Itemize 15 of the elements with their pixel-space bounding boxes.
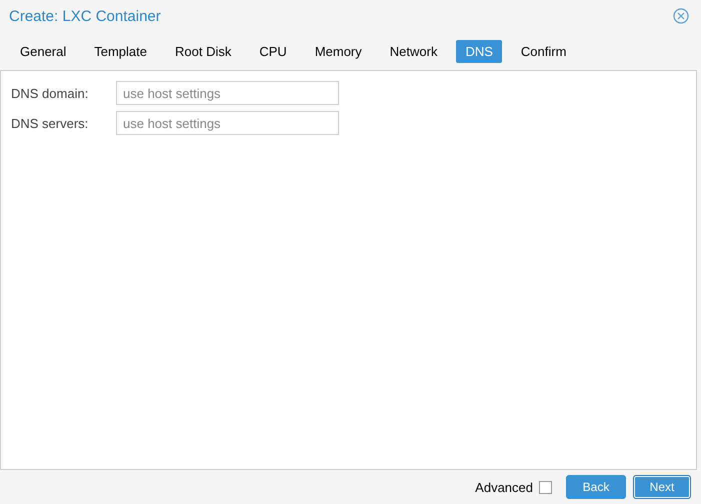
close-icon[interactable] (673, 8, 689, 24)
input-field[interactable]: use host settings (116, 81, 339, 105)
advanced-label: Advanced (475, 480, 533, 494)
tab[interactable]: CPU (250, 40, 296, 63)
tab[interactable]: Confirm (512, 40, 576, 63)
tab[interactable]: Memory (306, 40, 371, 63)
field-label: DNS servers: (11, 116, 90, 130)
tab[interactable]: Root Disk (166, 40, 240, 63)
window-title: Create: LXC Container (9, 8, 161, 24)
field-label: DNS domain: (11, 86, 90, 100)
tab[interactable]: Template (85, 40, 156, 63)
tab[interactable]: General (11, 40, 76, 63)
input-field[interactable]: use host settings (116, 111, 339, 135)
advanced-checkbox[interactable] (539, 480, 552, 494)
tab[interactable]: Network (380, 40, 446, 63)
